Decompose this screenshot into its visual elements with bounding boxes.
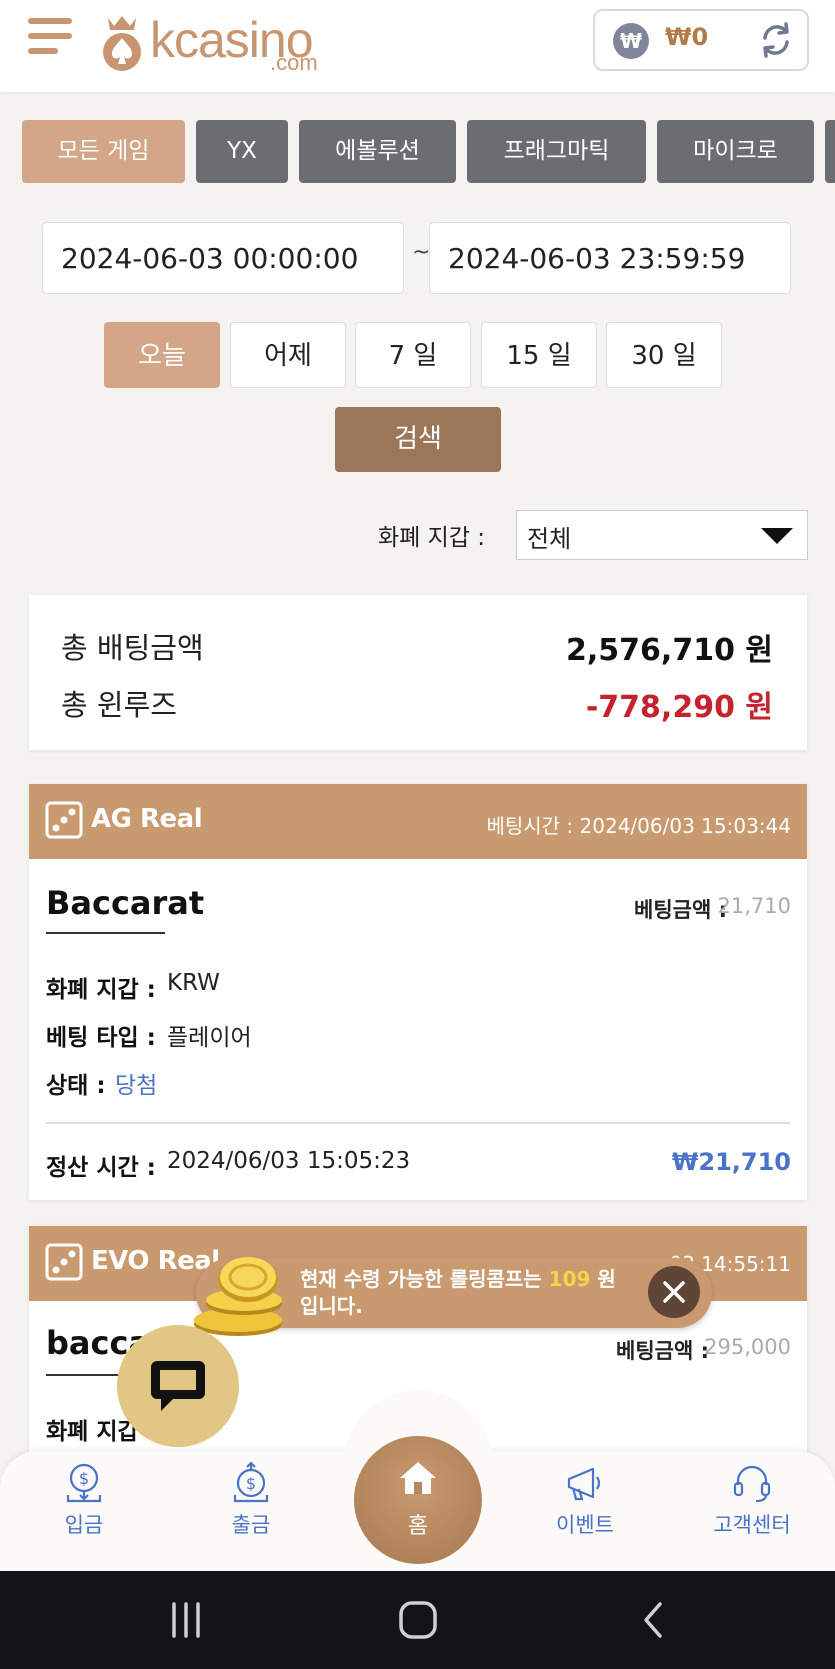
back-icon[interactable] (634, 1600, 674, 1640)
range-today-button[interactable]: 오늘 (104, 322, 220, 388)
wallet-filter-label: 화폐 지갑 : (378, 525, 486, 551)
toast-text-3: 입니다. (300, 1294, 363, 1318)
settle-time-value: 2024/06/03 15:05:23 (167, 1148, 411, 1174)
menu-icon[interactable] (28, 18, 72, 62)
nav-event[interactable]: 이벤트 (535, 1461, 635, 1539)
total-winloss-label: 총 윈루즈 (61, 688, 177, 722)
settle-time-label: 정산 시간 : (46, 1155, 156, 1181)
nav-withdraw-label: 출금 (231, 1513, 271, 1537)
home-icon (400, 1462, 436, 1494)
nav-event-label: 이벤트 (556, 1513, 614, 1537)
won-currency-icon: ₩ (613, 23, 649, 59)
range-7day-button[interactable]: 7 일 (355, 322, 471, 388)
range-15day-button[interactable]: 15 일 (481, 322, 597, 388)
bet-amount-value: 21,710 (717, 894, 791, 918)
spade-crown-icon (103, 16, 141, 71)
nav-deposit[interactable]: $ 입금 (34, 1461, 134, 1539)
game-tabs: 모든 게임 YX 에볼루션 프래그마틱 마이크로 (22, 120, 835, 183)
date-separator: ~ (412, 240, 431, 265)
bet-type-value: 플레이어 (167, 1025, 252, 1051)
nav-home-label: 홈 (407, 1514, 429, 1539)
bet-amount-value: 295,000 (704, 1335, 791, 1359)
dice-icon (45, 801, 83, 839)
megaphone-icon (567, 1467, 601, 1501)
logo[interactable]: kcasino .com (92, 10, 332, 75)
status-value: 당첨 (115, 1073, 158, 1099)
range-30day-button[interactable]: 30 일 (606, 322, 722, 388)
close-icon (663, 1281, 685, 1303)
dice-icon (45, 1243, 83, 1281)
start-date-input[interactable]: 2024-06-03 00:00:00 (42, 222, 404, 294)
tab-next-partial[interactable] (825, 120, 835, 183)
svg-text:$: $ (246, 1474, 256, 1493)
bet-type-label: 베팅 타입 : (46, 1025, 156, 1051)
bet-time-value: 2024/06/03 15:03:44 (579, 814, 791, 838)
nav-home[interactable]: 홈 (354, 1436, 482, 1564)
toast-close-button[interactable] (648, 1266, 700, 1318)
nav-deposit-label: 입금 (64, 1513, 104, 1537)
wallet-field-label: 화폐 지갑 : (46, 977, 156, 1003)
toast-text-1: 현재 수령 가능한 롤링콤프는 (300, 1267, 549, 1291)
tab-yx[interactable]: YX (196, 120, 288, 183)
provider-name: AG Real (91, 804, 203, 834)
tab-micro[interactable]: 마이크로 (657, 120, 814, 183)
end-date-input[interactable]: 2024-06-03 23:59:59 (429, 222, 791, 294)
svg-text:$: $ (79, 1469, 89, 1488)
logo-domain: .com (270, 50, 318, 75)
nav-support-label: 고객센터 (713, 1513, 791, 1537)
bet-card-header: AG Real 베팅시간 : 2024/06/03 15:03:44 (29, 784, 807, 859)
home-system-icon[interactable] (398, 1600, 438, 1640)
headset-icon (733, 1465, 771, 1503)
toast-text-2: 원 (590, 1267, 616, 1291)
payout-value: ₩21,710 (671, 1148, 791, 1176)
bet-time: 베팅시간 : 2024/06/03 15:03:44 (486, 810, 791, 839)
game-name: Baccarat (46, 884, 205, 922)
tab-evolution[interactable]: 에볼루션 (299, 120, 456, 183)
balance-box[interactable]: ₩ ₩0 (593, 9, 809, 71)
total-bet-label: 총 배팅금액 (61, 631, 204, 665)
bet-amount-label: 베팅금액 : (616, 1339, 709, 1363)
nav-withdraw[interactable]: $ 출금 (201, 1461, 301, 1539)
status-label: 상태 : (46, 1073, 106, 1099)
bet-amount-label: 베팅금액 : (634, 898, 727, 922)
wallet-select-value: 전체 (527, 525, 572, 553)
balance-value: ₩0 (665, 23, 709, 51)
game-underline (46, 932, 165, 934)
deposit-icon: $ (66, 1463, 102, 1503)
bet-time-label: 베팅시간 : (486, 814, 574, 838)
withdraw-icon: $ (233, 1461, 269, 1503)
refresh-icon[interactable] (757, 21, 795, 59)
total-winloss-value: -778,290 원 (585, 690, 773, 725)
total-bet-value: 2,576,710 원 (566, 633, 773, 668)
recent-apps-icon[interactable] (166, 1600, 206, 1640)
bet-summary: 총 배팅금액 2,576,710 원 총 윈루즈 -778,290 원 (29, 595, 807, 750)
app-header: kcasino .com ₩ ₩0 (0, 0, 835, 92)
range-yesterday-button[interactable]: 어제 (230, 322, 346, 388)
bet-card: AG Real 베팅시간 : 2024/06/03 15:03:44 Bacca… (29, 784, 807, 1200)
gold-coins-icon (194, 1257, 282, 1336)
caret-down-icon (761, 528, 793, 544)
chat-bubble-icon (151, 1361, 205, 1411)
chat-button[interactable] (117, 1325, 239, 1447)
tab-pragmatic[interactable]: 프래그마틱 (467, 120, 646, 183)
wallet-select[interactable]: 전체 (516, 510, 808, 560)
system-navigation-bar (0, 1571, 835, 1669)
card-divider (46, 1122, 790, 1124)
wallet-field-value: KRW (167, 970, 220, 996)
search-button[interactable]: 검색 (335, 407, 501, 472)
nav-support[interactable]: 고객센터 (702, 1461, 802, 1539)
toast-amount: 109 (548, 1267, 591, 1291)
tab-all-games[interactable]: 모든 게임 (22, 120, 185, 183)
toast-message: 현재 수령 가능한 롤링콤프는 109 원 입니다. (300, 1266, 630, 1320)
